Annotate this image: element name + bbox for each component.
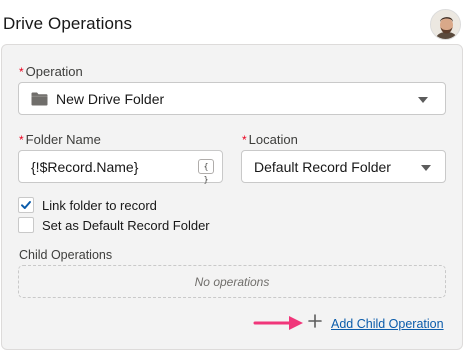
location-select[interactable]: Default Record Folder [241,150,446,183]
annotation-arrow-icon [253,316,303,330]
operation-label-text: Operation [25,64,83,79]
folder-name-label-text: Folder Name [25,132,101,147]
default-folder-label: Set as Default Record Folder [42,218,210,233]
user-avatar-image [431,10,460,39]
operation-value: New Drive Folder [56,91,165,107]
folder-name-value: {!$Record.Name} [31,159,139,175]
folder-icon [31,92,48,106]
required-indicator: * [242,133,247,147]
default-folder-checkbox[interactable] [18,217,34,233]
chevron-down-icon [418,97,428,103]
operation-label: * Operation [19,64,83,79]
required-indicator: * [19,65,24,79]
location-label-text: Location [248,132,298,147]
chevron-down-icon [421,165,431,171]
avatar[interactable] [430,9,461,40]
child-operations-list: No operations [18,265,446,298]
page-title: Drive Operations [3,14,133,33]
child-operations-label: Child Operations [19,248,113,262]
empty-state-text: No operations [194,275,270,289]
add-icon[interactable] [307,313,323,329]
header: Drive Operations [0,0,467,44]
merge-field-icon[interactable]: { } [198,159,214,184]
required-indicator: * [19,133,24,147]
operation-select[interactable]: New Drive Folder [18,82,446,115]
link-folder-label: Link folder to record [42,198,157,213]
location-value: Default Record Folder [254,159,391,175]
folder-name-input[interactable]: {!$Record.Name} { } [18,150,223,184]
link-folder-checkbox[interactable] [18,197,34,213]
checkmark-icon [21,201,31,209]
folder-name-label: * Folder Name [19,132,101,147]
location-label: * Location [242,132,298,147]
add-child-operation-link[interactable]: Add Child Operation [331,317,444,331]
